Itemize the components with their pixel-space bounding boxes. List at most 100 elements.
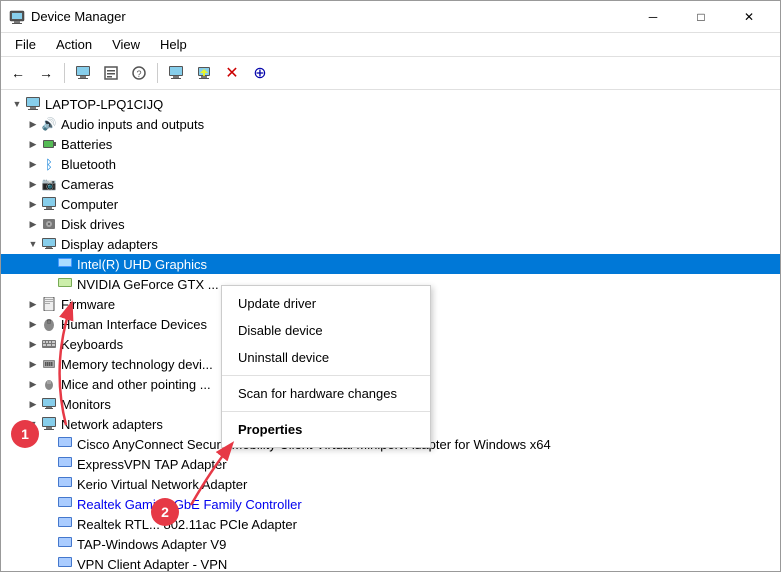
monitors-label: Monitors xyxy=(61,397,111,412)
kerio-icon xyxy=(57,476,73,492)
window-controls: ─ □ ✕ xyxy=(630,1,772,33)
bluetooth-label: Bluetooth xyxy=(61,157,116,172)
monitors-icon xyxy=(41,396,57,412)
expand-cameras[interactable]: ▶ xyxy=(25,176,41,192)
bluetooth-item[interactable]: ▶ ᛒ Bluetooth xyxy=(1,154,780,174)
maximize-button[interactable]: □ xyxy=(678,1,724,33)
kerio-item[interactable]: ▶ Kerio Virtual Network Adapter xyxy=(1,474,780,494)
context-menu: Update driver Disable device Uninstall d… xyxy=(221,285,431,448)
realtek-gbe-label: Realtek Gaming GbE Family Controller xyxy=(77,497,302,512)
nvidia-icon xyxy=(57,276,73,292)
intel-icon xyxy=(57,256,73,272)
toolbar-sep-2 xyxy=(157,63,158,83)
expand-keyboards[interactable]: ▶ xyxy=(25,336,41,352)
kerio-label: Kerio Virtual Network Adapter xyxy=(77,477,247,492)
audio-item[interactable]: ▶ 🔊 Audio inputs and outputs xyxy=(1,114,780,134)
toolbar: ← → ? xyxy=(1,57,780,90)
keyboards-label: Keyboards xyxy=(61,337,123,352)
cisco-icon xyxy=(57,436,73,452)
help-button[interactable]: ? xyxy=(126,60,152,86)
cameras-icon: 📷 xyxy=(41,176,57,192)
ctx-disable-device[interactable]: Disable device xyxy=(222,317,430,344)
ctx-properties[interactable]: Properties xyxy=(222,416,430,443)
disk-drives-item[interactable]: ▶ Disk drives xyxy=(1,214,780,234)
realtek-rtl-label: Realtek RTL... 802.11ac PCIe Adapter xyxy=(77,517,297,532)
expand-bluetooth[interactable]: ▶ xyxy=(25,156,41,172)
app-icon xyxy=(9,9,25,25)
close-button[interactable]: ✕ xyxy=(726,1,772,33)
cameras-label: Cameras xyxy=(61,177,114,192)
tap-windows-item[interactable]: ▶ TAP-Windows Adapter V9 xyxy=(1,534,780,554)
delete-button[interactable]: ✕ xyxy=(219,60,245,86)
update-button[interactable] xyxy=(191,60,217,86)
expand-computer[interactable]: ▶ xyxy=(25,196,41,212)
computer-icon xyxy=(25,96,41,112)
expand-batteries[interactable]: ▶ xyxy=(25,136,41,152)
window-title: Device Manager xyxy=(31,9,630,24)
ctx-uninstall-device[interactable]: Uninstall device xyxy=(222,344,430,371)
expand-display[interactable]: ▼ xyxy=(25,236,41,252)
display-adapters-item[interactable]: ▼ Display adapters xyxy=(1,234,780,254)
expand-disk[interactable]: ▶ xyxy=(25,216,41,232)
menu-file[interactable]: File xyxy=(5,33,46,56)
properties-button[interactable] xyxy=(98,60,124,86)
expand-mice[interactable]: ▶ xyxy=(25,376,41,392)
memory-icon xyxy=(41,356,57,372)
audio-icon: 🔊 xyxy=(41,116,57,132)
realtek-rtl-icon xyxy=(57,516,73,532)
tap-windows-icon xyxy=(57,536,73,552)
ctx-update-driver[interactable]: Update driver xyxy=(222,290,430,317)
scan-button[interactable] xyxy=(163,60,189,86)
realtek-rtl-item[interactable]: ▶ Realtek RTL... 802.11ac PCIe Adapter xyxy=(1,514,780,534)
cameras-item[interactable]: ▶ 📷 Cameras xyxy=(1,174,780,194)
back-button[interactable]: ← xyxy=(5,60,31,86)
root-item[interactable]: ▼ LAPTOP-LPQ1CIJQ xyxy=(1,94,780,114)
intel-label: Intel(R) UHD Graphics xyxy=(77,257,207,272)
menu-bar: File Action View Help xyxy=(1,33,780,57)
forward-button[interactable]: → xyxy=(33,60,59,86)
disk-label: Disk drives xyxy=(61,217,125,232)
ctx-separator-1 xyxy=(222,375,430,376)
mice-icon xyxy=(41,376,57,392)
expand-audio[interactable]: ▶ xyxy=(25,116,41,132)
expand-monitors[interactable]: ▶ xyxy=(25,396,41,412)
menu-help[interactable]: Help xyxy=(150,33,197,56)
vpn-adapter-item[interactable]: ▶ VPN Client Adapter - VPN xyxy=(1,554,780,571)
expand-hid[interactable]: ▶ xyxy=(25,316,41,332)
batteries-label: Batteries xyxy=(61,137,112,152)
minimize-button[interactable]: ─ xyxy=(630,1,676,33)
expand-network[interactable]: ▼ xyxy=(25,416,41,432)
display-label: Display adapters xyxy=(61,237,158,252)
memory-label: Memory technology devi... xyxy=(61,357,213,372)
tap-windows-label: TAP-Windows Adapter V9 xyxy=(77,537,226,552)
realtek-gbe-icon xyxy=(57,496,73,512)
computer-item[interactable]: ▶ Computer xyxy=(1,194,780,214)
expand-root[interactable]: ▼ xyxy=(9,96,25,112)
ctx-separator-2 xyxy=(222,411,430,412)
realtek-gbe-item[interactable]: ▶ Realtek Gaming GbE Family Controller xyxy=(1,494,780,514)
batteries-item[interactable]: ▶ Batteries xyxy=(1,134,780,154)
network-label: Network adapters xyxy=(61,417,163,432)
mice-label: Mice and other pointing ... xyxy=(61,377,211,392)
vpn-adapter-icon xyxy=(57,556,73,571)
keyboards-icon xyxy=(41,336,57,352)
expressvpn-icon xyxy=(57,456,73,472)
disk-icon xyxy=(41,216,57,232)
svg-text:?: ? xyxy=(136,69,141,79)
ctx-scan-hardware[interactable]: Scan for hardware changes xyxy=(222,380,430,407)
add-button[interactable]: ⊕ xyxy=(247,60,273,86)
expand-firmware[interactable]: ▶ xyxy=(25,296,41,312)
intel-uhd-item[interactable]: ▶ Intel(R) UHD Graphics xyxy=(1,254,780,274)
content-area[interactable]: ▼ LAPTOP-LPQ1CIJQ ▶ 🔊 Audio inputs and o… xyxy=(1,90,780,571)
audio-label: Audio inputs and outputs xyxy=(61,117,204,132)
title-bar: Device Manager ─ □ ✕ xyxy=(1,1,780,33)
firmware-label: Firmware xyxy=(61,297,115,312)
computer-button[interactable] xyxy=(70,60,96,86)
menu-view[interactable]: View xyxy=(102,33,150,56)
expressvpn-item[interactable]: ▶ ExpressVPN TAP Adapter xyxy=(1,454,780,474)
vpn-adapter-label: VPN Client Adapter - VPN xyxy=(77,557,227,572)
expand-memory[interactable]: ▶ xyxy=(25,356,41,372)
menu-action[interactable]: Action xyxy=(46,33,102,56)
computer-item-icon xyxy=(41,196,57,212)
display-icon xyxy=(41,236,57,252)
